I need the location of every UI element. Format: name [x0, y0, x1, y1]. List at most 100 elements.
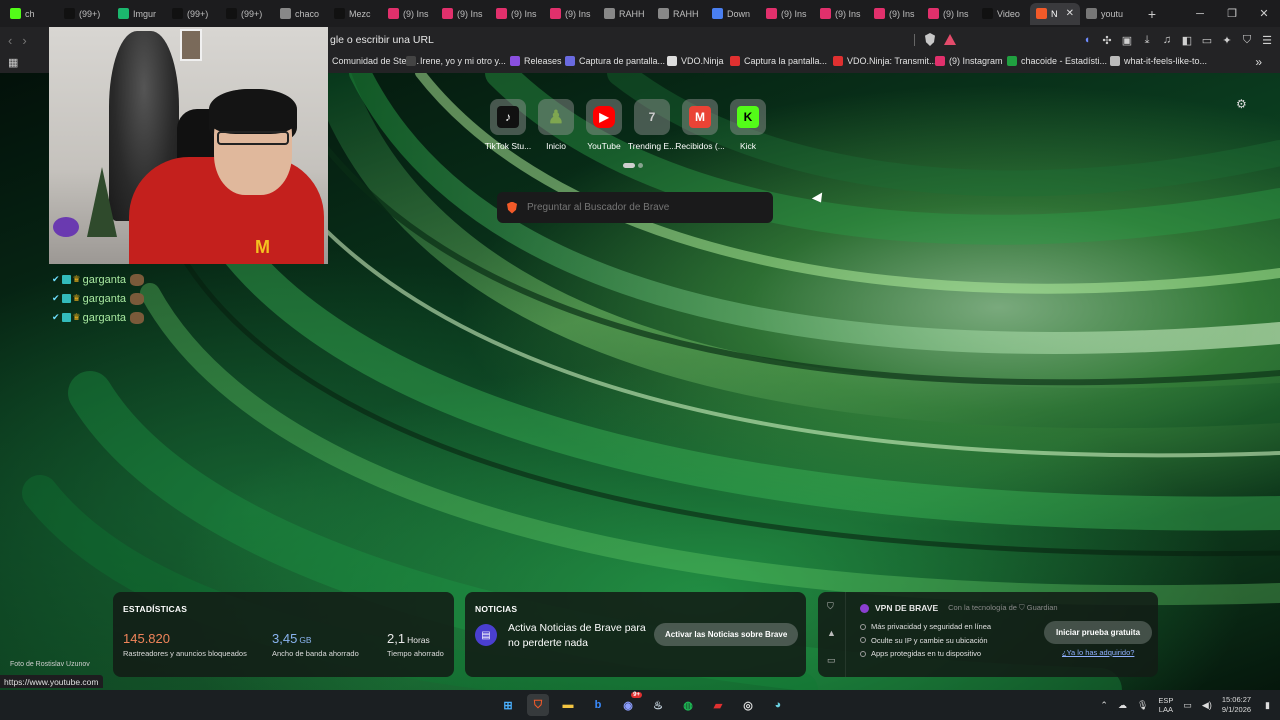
network-icon[interactable]: ▭	[1183, 700, 1192, 711]
apps-grid-icon[interactable]: ▦	[8, 56, 18, 69]
trackers-stat: 145.820 Rastreadores y anuncios bloquead…	[123, 631, 247, 658]
tab[interactable]: (9) Ins	[814, 3, 868, 25]
top-site-tile[interactable]: M Recibidos (...	[675, 99, 725, 151]
enable-news-button[interactable]: Activar las Noticias sobre Brave	[654, 623, 799, 646]
tab[interactable]: (99+)	[220, 3, 274, 25]
brave-rewards-icon[interactable]	[944, 34, 956, 45]
vpn-shield-icon[interactable]: ⛉	[827, 601, 834, 612]
back-icon[interactable]: ‹	[8, 33, 12, 48]
talk-widget-icon[interactable]: ▭	[827, 655, 836, 666]
bluesky-icon[interactable]: b	[587, 694, 609, 716]
start-trial-button[interactable]: Iniciar prueba gratuita	[1044, 621, 1153, 644]
discord-icon[interactable]: ◉ 9+	[617, 692, 642, 716]
steam-icon[interactable]: ♨	[647, 694, 669, 716]
bookmark-item[interactable]: Comunidad de Stea...	[318, 56, 419, 66]
stream-chat: ✔ ♛ garganta ✔ ♛ garganta ✔ ♛ garganta	[52, 270, 145, 327]
restore-icon[interactable]: ❐	[1216, 0, 1248, 27]
omnibox[interactable]: gle o escribir una URL	[320, 30, 960, 50]
tab[interactable]: RAHH	[598, 3, 652, 25]
language-indicator[interactable]: ESP LAA	[1158, 696, 1173, 714]
media-icon[interactable]: ♫	[1160, 33, 1174, 47]
instagram-icon	[874, 8, 885, 19]
notifications-icon[interactable]: ▮	[1265, 700, 1270, 711]
bookmark-item[interactable]: what-it-feels-like-to...	[1110, 56, 1207, 66]
new-tab-icon[interactable]: +	[1142, 6, 1162, 22]
bookmark-item[interactable]: VDO.Ninja: Transmit...	[833, 56, 937, 66]
search-input[interactable]	[527, 202, 747, 213]
menu-icon[interactable]: ☰	[1260, 33, 1274, 47]
trackers-desc: Rastreadores y anuncios bloqueados	[123, 649, 247, 658]
microphone-icon[interactable]: 🎙︎	[1137, 700, 1148, 711]
bookmark-item[interactable]: (9) Instagram	[935, 56, 1003, 66]
tab[interactable]: (9) Ins	[382, 3, 436, 25]
bookmark-item[interactable]: Captura de pantalla...	[565, 56, 665, 66]
already-purchased-link[interactable]: ¿Ya lo has adquirido?	[1062, 648, 1134, 657]
onedrive-icon[interactable]: ☁	[1118, 700, 1127, 711]
tab[interactable]: (9) Ins	[760, 3, 814, 25]
gear-icon[interactable]: ⚙	[1236, 97, 1247, 111]
news-card: NOTICIAS ▤ Activa Noticias de Brave para…	[465, 592, 806, 677]
extensions-icon[interactable]: ✣	[1100, 33, 1114, 47]
tab[interactable]: chaco	[274, 3, 328, 25]
bookmark-item[interactable]: VDO.Ninja	[667, 56, 724, 66]
vpn-logo-icon	[860, 603, 869, 613]
close-window-icon[interactable]: ✕	[1248, 0, 1280, 27]
tab[interactable]: (9) Ins	[868, 3, 922, 25]
vpn-icon[interactable]: ⛉	[1240, 33, 1254, 47]
brave-icon	[1036, 8, 1047, 19]
tray-overflow-icon[interactable]: ⌃	[1100, 700, 1108, 711]
brave-search-box[interactable]	[497, 192, 773, 223]
tab[interactable]: (9) Ins	[544, 3, 598, 25]
top-site-tile[interactable]: ♟ Inicio	[538, 99, 574, 151]
brave-taskbar-icon[interactable]: ⛉	[527, 694, 549, 716]
tab-search-icon[interactable]: ▭	[1200, 33, 1214, 47]
tab-active[interactable]: N ✕	[1030, 2, 1080, 25]
tab[interactable]: Imgur	[112, 3, 166, 25]
tab[interactable]: ch	[4, 3, 58, 25]
trackers-value: 145.820	[123, 631, 170, 646]
tab[interactable]: RAHH	[652, 3, 706, 25]
screenshot-icon[interactable]: ▣	[1120, 33, 1134, 47]
top-site-tile[interactable]: K Kick	[730, 99, 766, 151]
close-tab-icon[interactable]: ✕	[1066, 8, 1074, 19]
tab[interactable]: Down	[706, 3, 760, 25]
downloads-icon[interactable]: ⤓	[1140, 33, 1154, 47]
page-dot[interactable]	[638, 163, 643, 168]
page-dot-active[interactable]	[623, 163, 635, 168]
streaming-app-icon[interactable]: ▰	[707, 694, 729, 716]
volume-icon[interactable]: ◀)	[1202, 700, 1212, 711]
rewards-widget-icon[interactable]: ▲	[827, 628, 836, 638]
more-bookmarks-icon[interactable]: »	[1255, 55, 1262, 69]
minimize-icon[interactable]: ─	[1184, 0, 1216, 27]
top-site-tile[interactable]: ▶ YouTube	[586, 99, 622, 151]
tab[interactable]: (9) Ins	[490, 3, 544, 25]
top-site-tile[interactable]: 7 Trending E...	[628, 99, 676, 151]
top-site-tile[interactable]: ♪ TikTok Stu...	[485, 99, 531, 151]
file-explorer-icon[interactable]: ▬	[557, 694, 579, 716]
leo-ai-icon[interactable]: ✦	[1220, 33, 1234, 47]
instagram-icon	[820, 8, 831, 19]
verified-badge-icon: ✔	[52, 312, 60, 322]
brave-shields-icon[interactable]	[925, 33, 935, 46]
bookmark-item[interactable]: chacoide - Estadísti...	[1007, 56, 1107, 66]
tab[interactable]: (9) Ins	[922, 3, 976, 25]
tab[interactable]: (99+)	[58, 3, 112, 25]
gmail-icon: M	[689, 106, 711, 128]
tab[interactable]: Mezc	[328, 3, 382, 25]
forward-icon[interactable]: ›	[22, 33, 26, 48]
spotify-icon[interactable]: ◍	[677, 694, 699, 716]
tab[interactable]: (9) Ins	[436, 3, 490, 25]
tab[interactable]: (99+)	[166, 3, 220, 25]
clock[interactable]: 15:06:27 9/1/2026	[1222, 695, 1251, 715]
windows-start-icon[interactable]: ⊞	[497, 694, 519, 716]
bookmark-item[interactable]: Captura la pantalla...	[730, 56, 827, 66]
bookmark-item[interactable]: Releases	[510, 56, 562, 66]
globe-app-icon[interactable]: ◕	[767, 694, 789, 716]
bookmark-item[interactable]: Irene, yo y mi otro y...	[406, 56, 506, 66]
tab[interactable]: youtu	[1080, 3, 1134, 25]
tab[interactable]: Video	[976, 3, 1030, 25]
obs-icon[interactable]: ◎	[737, 694, 759, 716]
wallet-icon[interactable]: ◖	[1080, 33, 1094, 47]
sidebar-icon[interactable]: ◧	[1180, 33, 1194, 47]
toolbar: ◖ ✣ ▣ ⤓ ♫ ◧ ▭ ✦ ⛉ ☰	[1080, 27, 1274, 53]
